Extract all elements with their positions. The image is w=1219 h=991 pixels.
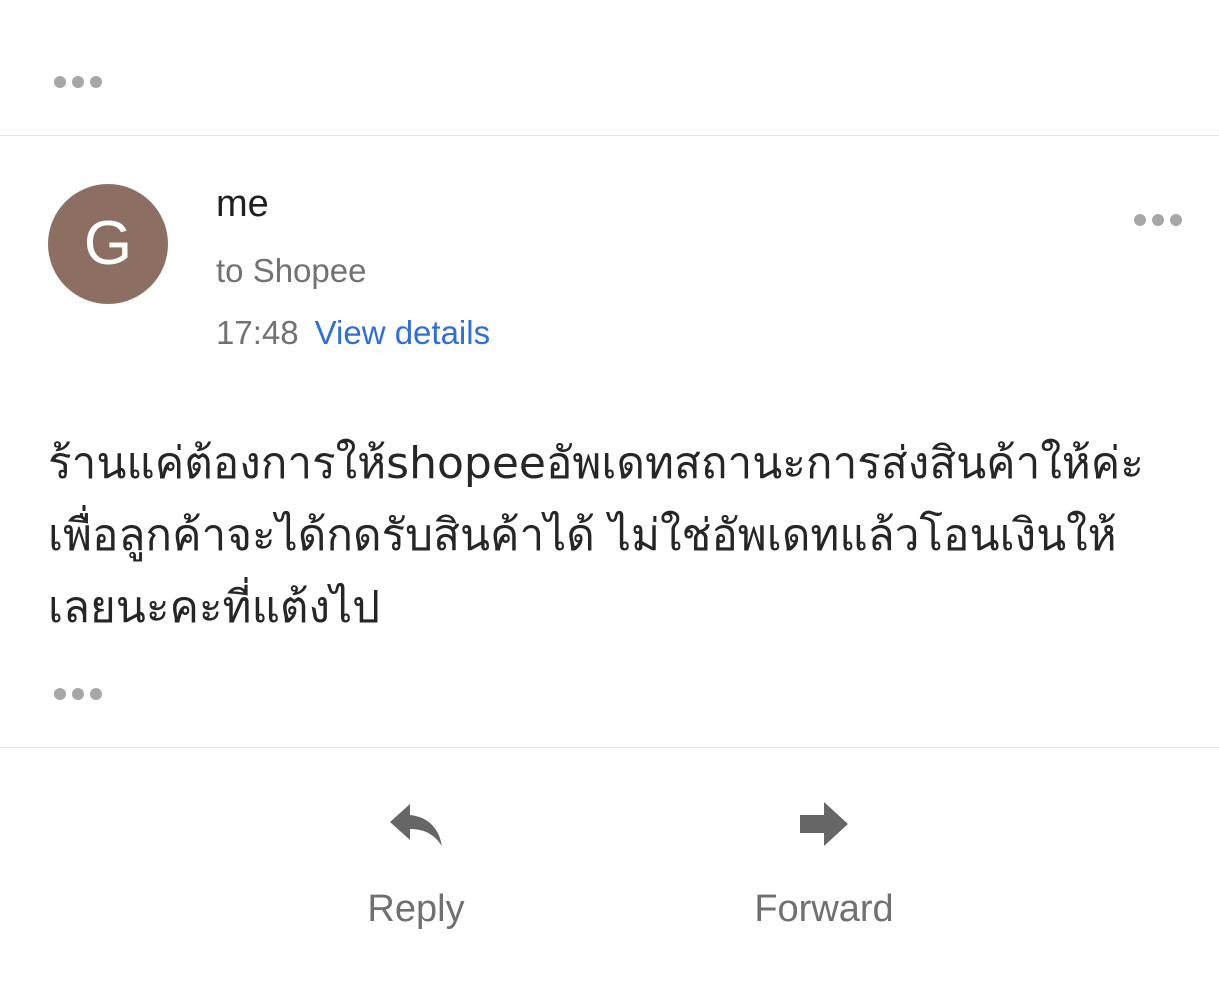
forward-button[interactable]: Forward [724,800,924,931]
reply-label: Reply [367,888,465,930]
dot-icon [90,688,102,700]
dot-icon [54,688,66,700]
dot-icon [90,76,102,88]
show-quoted-text-button[interactable] [54,688,102,700]
reply-button[interactable]: Reply [316,800,516,931]
dot-icon [1170,214,1182,226]
avatar-initial: G [83,209,133,278]
dot-icon [1152,214,1164,226]
dot-icon [1134,214,1146,226]
dot-icon [72,688,84,700]
forward-arrow-icon [800,802,848,846]
message-meta: 17:48 View details [216,314,490,352]
recipient-line: to Shopee [216,252,367,289]
message-time: 17:48 [216,314,299,351]
view-details-link[interactable]: View details [315,314,491,352]
divider [0,747,1219,748]
message-more-button[interactable] [1134,214,1182,226]
sender-name: me [216,183,269,225]
forward-label: Forward [754,888,894,930]
divider [0,135,1219,136]
expand-thread-button[interactable] [54,76,102,88]
dot-icon [54,76,66,88]
avatar[interactable]: G [48,184,168,304]
message-body: ร้านแค่ต้องการให้shopeeอัพเดทสถานะการส่ง… [48,438,1144,633]
reply-arrow-icon [390,804,442,846]
dot-icon [72,76,84,88]
